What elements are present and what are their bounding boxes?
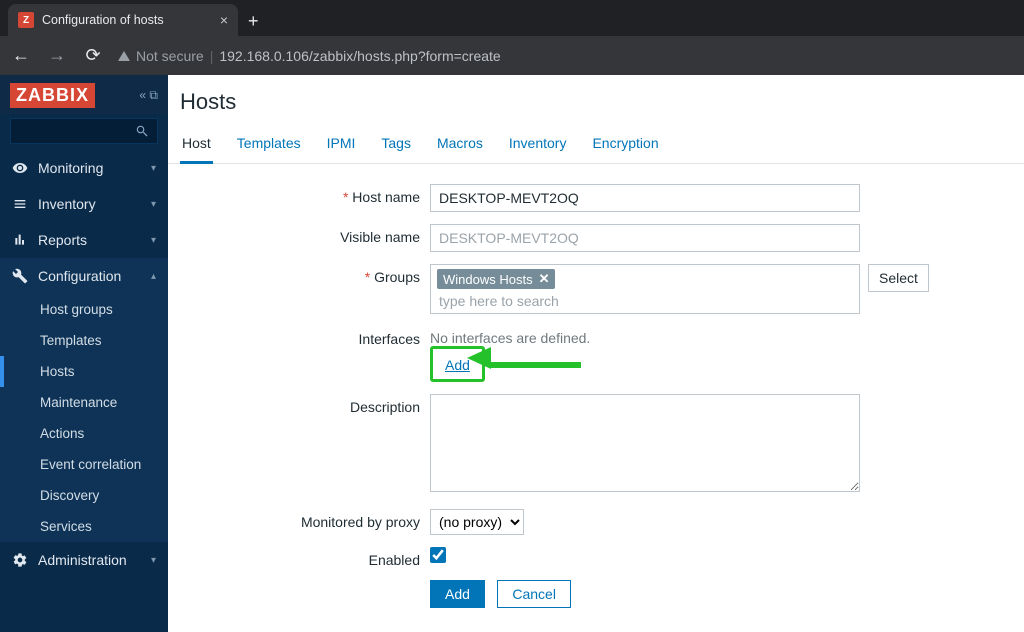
sidebar-item-label: Inventory (38, 196, 96, 212)
tab-templates[interactable]: Templates (235, 125, 303, 163)
row-proxy: Monitored by proxy (no proxy) (180, 509, 1012, 535)
chart-icon (12, 232, 28, 248)
subitem-discovery[interactable]: Discovery (0, 480, 168, 511)
sidebar-item-administration[interactable]: Administration ▾ (0, 542, 168, 578)
group-chip[interactable]: Windows Hosts ✕ (437, 269, 555, 289)
label-description: Description (350, 399, 420, 415)
chevron-down-icon: ▾ (151, 555, 156, 566)
sidebar-item-configuration[interactable]: Configuration ▴ (0, 258, 168, 294)
description-textarea[interactable] (430, 394, 860, 492)
app-root: ZABBIX « ⧉ Monitoring ▾ Inventory ▾ Repo… (0, 75, 1024, 632)
subitem-hosts[interactable]: Hosts (0, 356, 168, 387)
chevron-down-icon: ▾ (151, 163, 156, 174)
favicon-icon: Z (18, 12, 34, 28)
list-icon (12, 196, 28, 212)
main-content: Hosts Host Templates IPMI Tags Macros In… (168, 75, 1024, 632)
sidebar-item-reports[interactable]: Reports ▾ (0, 222, 168, 258)
configuration-submenu: Host groups Templates Hosts Maintenance … (0, 294, 168, 542)
tab-bar: Host Templates IPMI Tags Macros Inventor… (168, 125, 1024, 164)
groups-search-input[interactable] (437, 289, 857, 311)
chevron-down-icon: ▾ (151, 235, 156, 246)
sidebar-item-label: Administration (38, 552, 127, 568)
row-enabled: Enabled (180, 547, 1012, 568)
chevron-up-icon: ▴ (151, 271, 156, 282)
label-enabled: Enabled (369, 552, 420, 568)
security-indicator[interactable]: Not secure (118, 48, 204, 64)
tab-encryption[interactable]: Encryption (590, 125, 660, 163)
label-groups: Groups (374, 269, 420, 285)
subitem-templates[interactable]: Templates (0, 325, 168, 356)
tab-host[interactable]: Host (180, 125, 213, 164)
row-host-name: * Host name (180, 184, 1012, 212)
annotation-arrow-icon (491, 355, 581, 373)
proxy-select[interactable]: (no proxy) (430, 509, 524, 535)
sidebar: ZABBIX « ⧉ Monitoring ▾ Inventory ▾ Repo… (0, 75, 168, 632)
wrench-icon (12, 268, 28, 284)
search-icon (135, 124, 149, 138)
subitem-host-groups[interactable]: Host groups (0, 294, 168, 325)
subitem-actions[interactable]: Actions (0, 418, 168, 449)
new-tab-button[interactable]: + (238, 7, 269, 36)
chevron-down-icon: ▾ (151, 199, 156, 210)
tab-ipmi[interactable]: IPMI (325, 125, 358, 163)
select-groups-button[interactable]: Select (868, 264, 929, 292)
visible-name-input[interactable] (430, 224, 860, 252)
label-visible-name: Visible name (340, 229, 420, 245)
logo[interactable]: ZABBIX (10, 83, 95, 108)
nav-back-button[interactable]: ← (10, 45, 32, 67)
nav-reload-button[interactable]: ⟳ (82, 45, 104, 67)
url-zone[interactable]: Not secure | 192.168.0.106/zabbix/hosts.… (118, 48, 1014, 64)
label-host-name: Host name (352, 189, 420, 205)
sidebar-item-label: Configuration (38, 268, 121, 284)
row-groups: * Groups Windows Hosts ✕ Select (180, 264, 1012, 314)
page-header: Hosts (168, 75, 1024, 125)
label-interfaces: Interfaces (359, 331, 420, 347)
row-visible-name: Visible name (180, 224, 1012, 252)
tab-title: Configuration of hosts (42, 13, 164, 27)
browser-tab[interactable]: Z Configuration of hosts × (8, 4, 238, 36)
subitem-maintenance[interactable]: Maintenance (0, 387, 168, 418)
interfaces-empty-text: No interfaces are defined. (430, 326, 1012, 346)
sidebar-item-monitoring[interactable]: Monitoring ▾ (0, 150, 168, 186)
add-button[interactable]: Add (430, 580, 485, 608)
tab-strip: Z Configuration of hosts × + (0, 0, 1024, 36)
tab-inventory[interactable]: Inventory (507, 125, 569, 163)
sidebar-search[interactable] (10, 118, 158, 144)
warning-icon (118, 51, 130, 61)
gear-icon (12, 552, 28, 568)
tab-tags[interactable]: Tags (379, 125, 413, 163)
page-title: Hosts (180, 89, 1012, 115)
security-label: Not secure (136, 48, 204, 64)
subitem-services[interactable]: Services (0, 511, 168, 542)
enabled-checkbox[interactable] (430, 547, 446, 563)
url-text: 192.168.0.106/zabbix/hosts.php?form=crea… (219, 48, 500, 64)
groups-multiselect[interactable]: Windows Hosts ✕ (430, 264, 860, 314)
sidebar-item-label: Reports (38, 232, 87, 248)
sidebar-item-inventory[interactable]: Inventory ▾ (0, 186, 168, 222)
row-interfaces: Interfaces No interfaces are defined. Ad… (180, 326, 1012, 382)
collapse-icon[interactable]: « ⧉ (139, 88, 158, 103)
browser-chrome: Z Configuration of hosts × + ← → ⟳ Not s… (0, 0, 1024, 75)
close-icon[interactable]: × (220, 12, 228, 28)
tab-macros[interactable]: Macros (435, 125, 485, 163)
cancel-button[interactable]: Cancel (497, 580, 571, 608)
subitem-event-correlation[interactable]: Event correlation (0, 449, 168, 480)
row-actions: Add Cancel (180, 580, 1012, 608)
row-description: Description (180, 394, 1012, 497)
sidebar-item-label: Monitoring (38, 160, 103, 176)
remove-icon[interactable]: ✕ (539, 271, 550, 287)
eye-icon (12, 160, 28, 176)
label-proxy: Monitored by proxy (301, 514, 420, 530)
sidebar-header: ZABBIX « ⧉ (0, 75, 168, 114)
form-area: * Host name Visible name * Groups Window… (168, 164, 1024, 632)
address-bar: ← → ⟳ Not secure | 192.168.0.106/zabbix/… (0, 36, 1024, 75)
host-name-input[interactable] (430, 184, 860, 212)
nav-forward-button[interactable]: → (46, 45, 68, 67)
